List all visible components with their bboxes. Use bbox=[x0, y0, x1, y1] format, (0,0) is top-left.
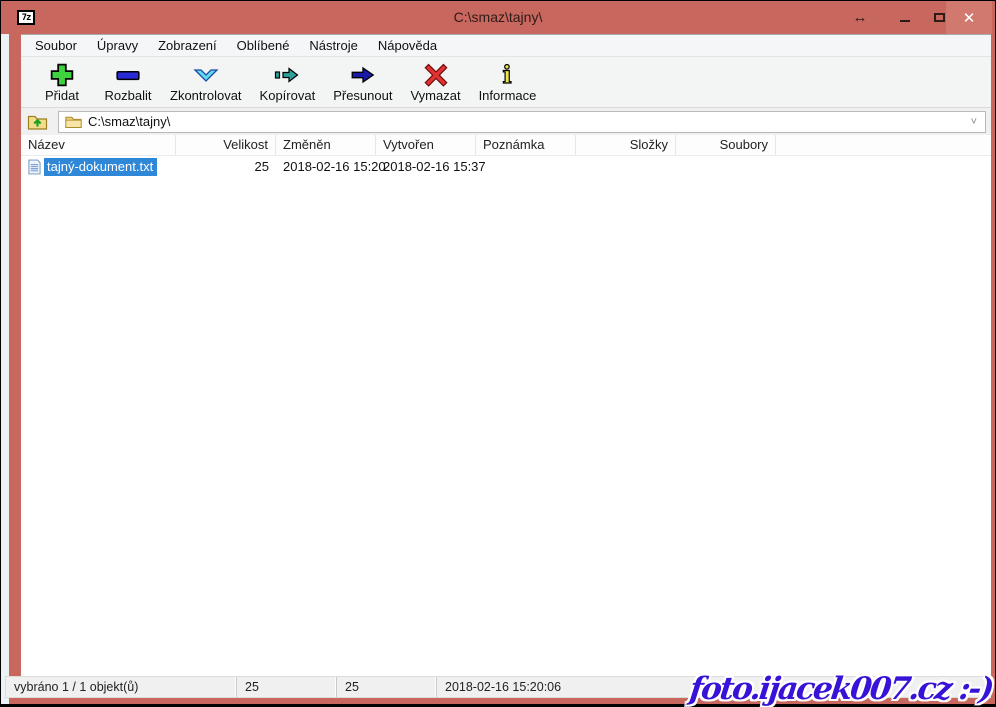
svg-text:i: i bbox=[503, 63, 512, 87]
menu-zobrazeni[interactable]: Zobrazení bbox=[148, 35, 227, 56]
resize-arrows-icon: ↔ bbox=[847, 1, 873, 34]
file-list[interactable]: tajný-dokument.txt 25 2018-02-16 15:20 2… bbox=[21, 156, 991, 676]
info-button[interactable]: i Informace bbox=[470, 62, 546, 103]
status-size-total: 25 bbox=[337, 677, 437, 697]
menu-oblibene[interactable]: Oblíbené bbox=[227, 35, 300, 56]
watermark-text: foto.ijacek007.cz :-) bbox=[688, 671, 995, 707]
test-check-icon bbox=[193, 62, 219, 87]
column-header-zmenen[interactable]: Změněn bbox=[276, 135, 376, 155]
minimize-button[interactable] bbox=[893, 1, 917, 34]
test-label: Zkontrolovat bbox=[170, 88, 242, 103]
close-button[interactable]: ✕ bbox=[946, 1, 992, 34]
column-header-poznamka[interactable]: Poznámka bbox=[476, 135, 576, 155]
folder-icon bbox=[65, 114, 82, 129]
menu-napoveda[interactable]: Nápověda bbox=[368, 35, 447, 56]
move-arrow-icon bbox=[349, 62, 377, 87]
move-button[interactable]: Přesunout bbox=[324, 62, 401, 103]
table-row[interactable]: tajný-dokument.txt 25 2018-02-16 15:20 2… bbox=[21, 156, 991, 177]
move-label: Přesunout bbox=[333, 88, 392, 103]
window-left-edge bbox=[1, 34, 9, 704]
extract-label: Rozbalit bbox=[105, 88, 152, 103]
file-name-cell[interactable]: tajný-dokument.txt bbox=[21, 158, 176, 176]
delete-button[interactable]: Vymazat bbox=[401, 62, 469, 103]
delete-label: Vymazat bbox=[410, 88, 460, 103]
chevron-down-icon[interactable]: ˅ bbox=[967, 116, 981, 128]
text-file-icon bbox=[28, 159, 41, 175]
copy-button[interactable]: Kopírovat bbox=[251, 62, 325, 103]
file-modified-cell: 2018-02-16 15:20 bbox=[276, 159, 376, 174]
file-size-cell: 25 bbox=[176, 159, 276, 174]
parent-folder-button[interactable] bbox=[25, 110, 51, 134]
column-headers: Název Velikost Změněn Vytvořen Poznámka … bbox=[21, 135, 991, 156]
maximize-icon bbox=[934, 13, 945, 22]
folder-up-icon bbox=[27, 112, 49, 132]
status-size-selected: 25 bbox=[237, 677, 337, 697]
minimize-icon bbox=[900, 20, 910, 22]
add-plus-icon bbox=[50, 62, 74, 87]
address-combo[interactable]: ˅ bbox=[58, 111, 986, 133]
address-bar: ˅ bbox=[21, 108, 991, 135]
column-header-velikost[interactable]: Velikost bbox=[176, 135, 276, 155]
address-input[interactable] bbox=[88, 114, 961, 129]
menu-nastroje[interactable]: Nástroje bbox=[299, 35, 367, 56]
test-button[interactable]: Zkontrolovat bbox=[161, 62, 251, 103]
info-label: Informace bbox=[479, 88, 537, 103]
app-window: 7z C:\smaz\tajny\ ↔ ✕ Soubor Úpravy Zobr… bbox=[1, 1, 995, 704]
column-header-soubory[interactable]: Soubory bbox=[676, 135, 776, 155]
file-created-cell: 2018-02-16 15:37 bbox=[376, 159, 476, 174]
add-label: Přidat bbox=[45, 88, 79, 103]
title-bar[interactable]: 7z C:\smaz\tajny\ ↔ ✕ bbox=[1, 1, 995, 34]
client-area: Soubor Úpravy Zobrazení Oblíbené Nástroj… bbox=[21, 34, 991, 676]
toolbar: Přidat Rozbalit Zkontrolovat Kopírovat bbox=[21, 57, 991, 108]
column-header-slozky[interactable]: Složky bbox=[576, 135, 676, 155]
column-header-filler bbox=[776, 135, 991, 155]
extract-button[interactable]: Rozbalit bbox=[95, 62, 161, 103]
extract-minus-icon bbox=[115, 62, 141, 87]
column-header-nazev[interactable]: Název bbox=[21, 135, 176, 155]
copy-label: Kopírovat bbox=[260, 88, 316, 103]
info-icon: i bbox=[496, 62, 518, 87]
copy-arrow-icon bbox=[274, 62, 300, 87]
column-header-vytvoren[interactable]: Vytvořen bbox=[376, 135, 476, 155]
menu-upravy[interactable]: Úpravy bbox=[87, 35, 148, 56]
menu-bar: Soubor Úpravy Zobrazení Oblíbené Nástroj… bbox=[21, 35, 991, 57]
selected-file-name[interactable]: tajný-dokument.txt bbox=[44, 158, 157, 176]
menu-soubor[interactable]: Soubor bbox=[25, 35, 87, 56]
window-title: C:\smaz\tajny\ bbox=[1, 9, 995, 25]
status-selection: vybráno 1 / 1 objekt(ů) bbox=[6, 677, 237, 697]
delete-x-icon bbox=[424, 62, 448, 87]
add-button[interactable]: Přidat bbox=[29, 62, 95, 103]
